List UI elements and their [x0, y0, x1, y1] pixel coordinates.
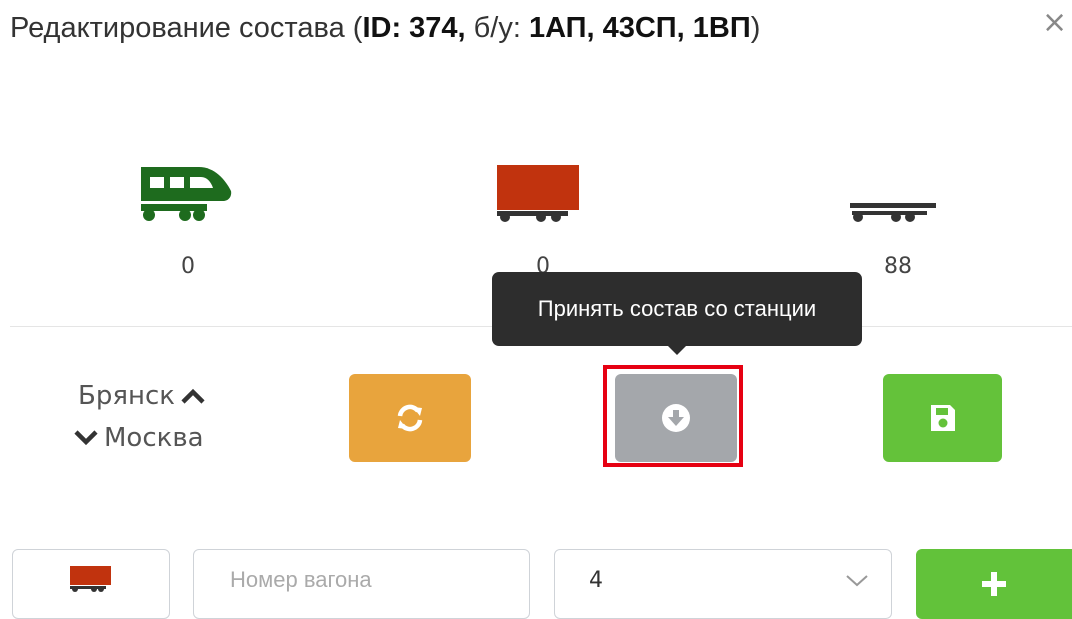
- wagon-number-input[interactable]: [228, 566, 532, 594]
- title-bu-values: 1АП, 43СП, 1ВП: [528, 12, 751, 44]
- wagon-icon: [70, 566, 111, 592]
- plus-icon: [982, 572, 1006, 596]
- refresh-icon: [397, 404, 423, 432]
- chevron-down-icon: [846, 575, 868, 587]
- wagon-type-select[interactable]: [12, 549, 170, 619]
- dialog-title: Редактирование состава (ID: 374, б/у: 1А…: [10, 12, 760, 45]
- title-suffix: ): [750, 12, 761, 44]
- locomotive-icon: [141, 167, 232, 221]
- refresh-button[interactable]: [349, 374, 471, 462]
- chevron-down-icon: [74, 430, 98, 446]
- tooltip-arrow: [666, 344, 688, 355]
- select-value: 4: [589, 568, 603, 593]
- route-to-label: Москва: [104, 423, 204, 453]
- title-bu-label: б/у:: [465, 12, 529, 44]
- highlight-box: [603, 365, 743, 467]
- route-to[interactable]: Москва: [74, 423, 204, 453]
- save-button[interactable]: [883, 374, 1002, 462]
- title-id: ID: 374,: [362, 12, 466, 44]
- platform-car-icon: [850, 203, 936, 222]
- chevron-up-icon: [181, 388, 205, 404]
- tooltip: Принять состав со станции: [492, 272, 862, 346]
- tooltip-text: Принять состав со станции: [537, 296, 817, 321]
- locomotive-count: 0: [181, 254, 195, 279]
- count-select[interactable]: 4: [554, 549, 892, 619]
- route-from-label: Брянск: [78, 381, 175, 411]
- title-prefix: Редактирование состава (: [10, 12, 363, 44]
- wagon-number-field: [193, 549, 532, 619]
- close-icon[interactable]: ×: [1042, 8, 1067, 38]
- route-from[interactable]: Брянск: [78, 381, 205, 411]
- save-icon: [930, 405, 955, 431]
- platform-count: 88: [884, 254, 912, 279]
- add-button[interactable]: [916, 549, 1072, 619]
- wagon-icon: [497, 165, 579, 222]
